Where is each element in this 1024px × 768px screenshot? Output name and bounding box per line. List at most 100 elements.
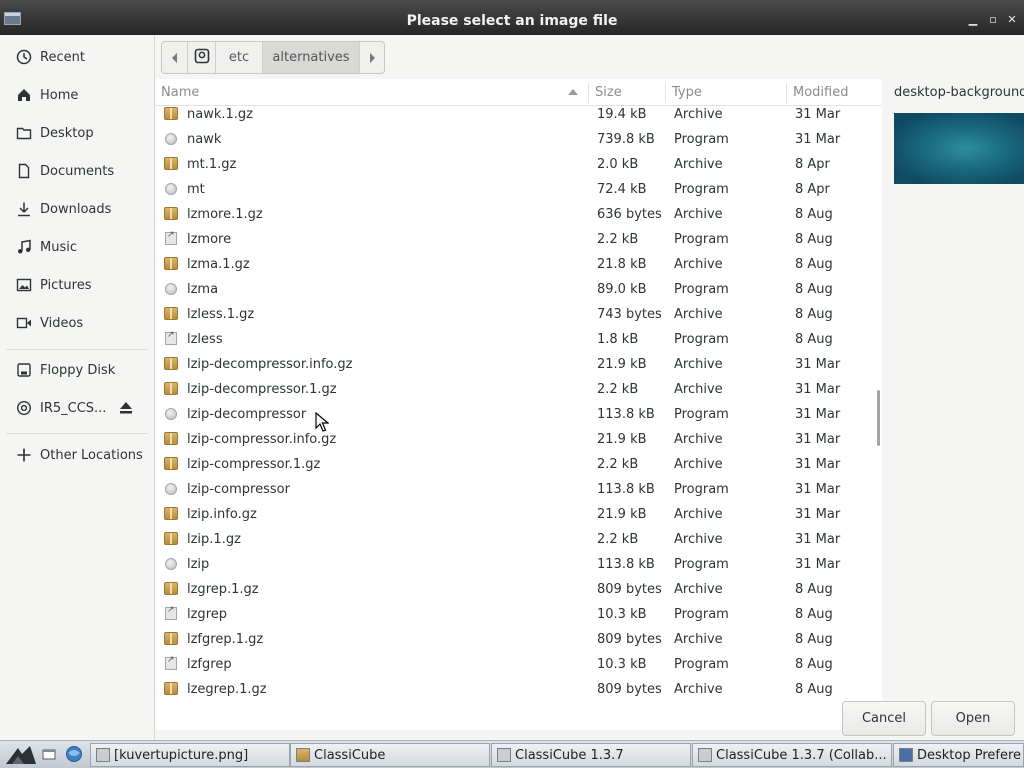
sidebar-item-downloads[interactable]: Downloads — [0, 191, 154, 227]
path-root-button[interactable] — [188, 42, 216, 73]
taskbar-launchers — [0, 741, 90, 768]
file-row[interactable]: lzmore.1.gz 636 bytes Archive 8 Aug — [156, 202, 882, 227]
music-icon — [15, 238, 33, 256]
list-scrollbar[interactable] — [877, 390, 880, 446]
file-modified: 8 Aug — [795, 682, 833, 697]
file-row[interactable]: lzgrep 10.3 kB Program 8 Aug — [156, 602, 882, 627]
file-row[interactable]: lzip-decompressor.1.gz 2.2 kB Archive 31 Ma… — [156, 377, 882, 402]
close-icon[interactable]: ✕ — [1005, 13, 1019, 27]
open-button[interactable]: Open — [931, 701, 1015, 736]
script-icon — [165, 655, 177, 670]
file-list[interactable]: nawk.1.gz 19.4 kB Archive 31 Mar nawk 739.8 k… — [156, 79, 882, 730]
sidebar-item-pictures[interactable]: Pictures — [0, 267, 154, 303]
taskbar-task[interactable]: Desktop Prefere — [893, 743, 1024, 767]
archive-icon — [164, 107, 178, 120]
column-header-name[interactable]: Name — [156, 79, 588, 106]
file-name: lzip-decompressor.1.gz — [187, 382, 337, 397]
start-menu-icon[interactable] — [4, 744, 38, 768]
sidebar-item-label: Videos — [40, 315, 84, 331]
sidebar-separator — [6, 433, 148, 434]
preview-filename: desktop-background — [894, 85, 1024, 100]
sidebar-item-disc[interactable]: IR5_CCS... — [0, 390, 154, 426]
document-icon — [15, 162, 33, 180]
sidebar-item-floppy-disk[interactable]: Floppy Disk — [0, 352, 154, 388]
file-row[interactable]: lzma.1.gz 21.8 kB Archive 8 Aug — [156, 252, 882, 277]
file-row[interactable]: mt.1.gz 2.0 kB Archive 8 Apr — [156, 152, 882, 177]
column-header-size[interactable]: Size — [590, 79, 665, 106]
sort-ascending-icon — [567, 79, 579, 106]
file-modified: 8 Aug — [795, 657, 833, 672]
picture-icon — [15, 276, 33, 294]
file-row[interactable]: lzless 1.8 kB Program 8 Aug — [156, 327, 882, 352]
file-row[interactable]: lzless.1.gz 743 bytes Archive 8 Aug — [156, 302, 882, 327]
file-row[interactable]: lzip-decompressor.info.gz 21.9 kB Archive 3… — [156, 352, 882, 377]
file-row[interactable]: lzip-compressor 113.8 kB Program 31 Mar — [156, 477, 882, 502]
file-row[interactable]: lzip.1.gz 2.2 kB Archive 31 Mar — [156, 527, 882, 552]
file-modified: 31 Mar — [795, 382, 841, 397]
file-name: lzgrep.1.gz — [187, 582, 259, 597]
sidebar-item-other-locations[interactable]: Other Locations — [0, 437, 154, 473]
file-type: Archive — [674, 582, 723, 597]
column-divider — [786, 83, 787, 103]
file-row[interactable]: mt 72.4 kB Program 8 Apr — [156, 177, 882, 202]
sidebar-item-videos[interactable]: Videos — [0, 305, 154, 341]
file-size: 2.2 kB — [597, 457, 639, 472]
minimize-icon[interactable]: ▁ — [966, 13, 980, 27]
sidebar-item-home[interactable]: Home — [0, 77, 154, 113]
file-name: lzip.info.gz — [187, 507, 257, 522]
file-size: 113.8 kB — [597, 557, 655, 572]
eject-icon[interactable] — [116, 399, 136, 417]
file-name: lzip-decompressor.info.gz — [187, 357, 353, 372]
file-type: Archive — [674, 382, 723, 397]
sidebar-item-label: Pictures — [40, 277, 92, 293]
sidebar-item-music[interactable]: Music — [0, 229, 154, 265]
file-type: Archive — [674, 157, 723, 172]
sidebar-item-recent[interactable]: Recent — [0, 39, 154, 75]
file-modified: 8 Aug — [795, 207, 833, 222]
file-row[interactable]: lzmore 2.2 kB Program 8 Aug — [156, 227, 882, 252]
file-name: lzfgrep.1.gz — [187, 632, 264, 647]
sidebar-item-documents[interactable]: Documents — [0, 153, 154, 189]
file-row[interactable]: lzip-decompressor 113.8 kB Program 31 Mar — [156, 402, 882, 427]
script-icon — [165, 605, 177, 620]
file-row[interactable]: lzfgrep 10.3 kB Program 8 Aug — [156, 652, 882, 677]
column-header-type[interactable]: Type — [667, 79, 785, 106]
file-row[interactable]: lzfgrep.1.gz 809 bytes Archive 8 Aug — [156, 627, 882, 652]
archive-icon — [164, 682, 178, 695]
path-segment-etc[interactable]: etc — [216, 42, 263, 73]
file-row[interactable]: lzma 89.0 kB Program 8 Aug — [156, 277, 882, 302]
taskbar-task-label: [kuvertupicture.png] — [114, 747, 249, 763]
archive-icon — [164, 207, 178, 220]
path-scroll-right-button[interactable] — [360, 42, 384, 73]
path-scroll-left-button[interactable] — [162, 42, 188, 73]
taskbar-task[interactable]: ClassiCube 1.3.7 — [491, 743, 691, 767]
taskbar-task[interactable]: [kuvertupicture.png] — [90, 743, 290, 767]
file-row[interactable]: nawk 739.8 kB Program 31 Mar — [156, 127, 882, 152]
file-size: 89.0 kB — [597, 282, 647, 297]
file-name: lzip — [187, 557, 210, 572]
file-name: lzma.1.gz — [187, 257, 250, 272]
file-row[interactable]: lzegrep.1.gz 809 bytes Archive 8 Aug — [156, 677, 882, 702]
taskbar-task[interactable]: ClassiCube — [290, 743, 490, 767]
taskbar-task[interactable]: ClassiCube 1.3.7 (Collab... — [692, 743, 892, 767]
file-size: 809 bytes — [597, 582, 662, 597]
file-row[interactable]: lzip-compressor.info.gz 21.9 kB Archive 31 … — [156, 427, 882, 452]
file-row[interactable]: lzip.info.gz 21.9 kB Archive 31 Mar — [156, 502, 882, 527]
browser-icon[interactable] — [64, 745, 84, 767]
path-segment-alternatives[interactable]: alternatives — [263, 42, 360, 73]
file-type: Archive — [674, 207, 723, 222]
maximize-icon[interactable]: ▫ — [986, 13, 1000, 27]
column-header-modified[interactable]: Modified — [788, 79, 882, 106]
mouse-pointer-icon — [315, 411, 330, 432]
file-row[interactable]: lzgrep.1.gz 809 bytes Archive 8 Aug — [156, 577, 882, 602]
file-type: Program — [674, 132, 729, 147]
clock-icon — [15, 48, 33, 66]
file-type: Program — [674, 407, 729, 422]
file-modified: 8 Aug — [795, 582, 833, 597]
sidebar-item-desktop[interactable]: Desktop — [0, 115, 154, 151]
cancel-button[interactable]: Cancel — [842, 701, 926, 736]
file-row[interactable]: lzip-compressor.1.gz 2.2 kB Archive 31 Mar — [156, 452, 882, 477]
show-desktop-icon[interactable] — [42, 747, 56, 765]
file-type: Program — [674, 607, 729, 622]
file-row[interactable]: lzip 113.8 kB Program 31 Mar — [156, 552, 882, 577]
